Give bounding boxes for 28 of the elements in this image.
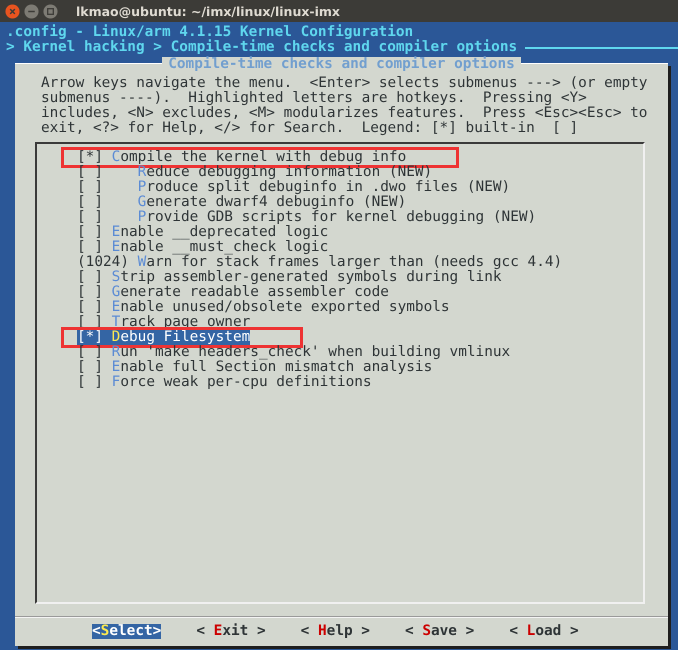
menu-item[interactable]: [ ] Produce split debuginfo in .dwo files (NEW) — [77, 180, 510, 195]
dialog-button[interactable]: < Help > — [300, 624, 370, 639]
window-title: lkmao@ubuntu: ~/imx/linux/linux-imx — [76, 4, 340, 18]
breadcrumb: > Kernel hacking > Compile-time checks and compiler options — [6, 40, 518, 55]
menu-item[interactable]: [ ] Generate dwarf4 debuginfo (NEW) — [77, 195, 406, 210]
menu-item[interactable]: [ ] Generate readable assembler code — [77, 285, 389, 300]
menu-item[interactable]: [ ] Force weak per-cpu definitions — [77, 375, 372, 390]
maximize-icon[interactable] — [43, 4, 58, 18]
dialog-button[interactable]: < Exit > — [196, 624, 266, 639]
menu-item[interactable]: [*] Compile the kernel with debug info — [77, 150, 406, 165]
menu-item[interactable]: [ ] Enable full Section mismatch analysis — [77, 360, 432, 375]
menu-item[interactable]: [*] Debug Filesystem — [77, 330, 250, 345]
dialog-button[interactable]: < Save > — [404, 624, 474, 639]
menu-item[interactable]: [ ] Enable __must_check logic — [77, 240, 328, 255]
close-icon[interactable] — [5, 4, 20, 18]
menu-item[interactable]: [ ] Strip assembler-generated symbols during link — [77, 270, 502, 285]
minimize-icon[interactable] — [24, 4, 39, 18]
menu-item[interactable]: (1024) Warn for stack frames larger than (needs gcc 4.4) — [77, 255, 562, 270]
menu-item[interactable]: [ ] Enable unused/obsolete exported symbols — [77, 300, 450, 315]
config-title: .config - Linux/arm 4.1.15 Kernel Configuration — [5, 25, 414, 40]
menu-item[interactable]: [ ] Run 'make headers_check' when building vmlinux — [77, 345, 510, 360]
menu-item[interactable]: [ ] Reduce debugging information (NEW) — [77, 165, 432, 180]
menu-item[interactable]: [ ] Provide GDB scripts for kernel debugging (NEW) — [77, 210, 536, 225]
dialog-button[interactable]: < Load > — [509, 624, 579, 639]
dialog-title: Compile-time checks and compiler options — [162, 57, 521, 72]
help-text: Arrow keys navigate the menu. <Enter> selects submenus ---> (or empty submenus ----). Highlighted letters are hotkeys. Pressing <Y> includes, <N> excludes, <M> modularizes features. Press <Esc><Esc> to exit, <?> for Help, </> for Search. Legend: [*] built-in [ ] — [40, 74, 648, 136]
dialog-button[interactable]: <Select> — [92, 624, 162, 639]
menu-item[interactable]: [ ] Enable __deprecated logic — [77, 225, 328, 240]
